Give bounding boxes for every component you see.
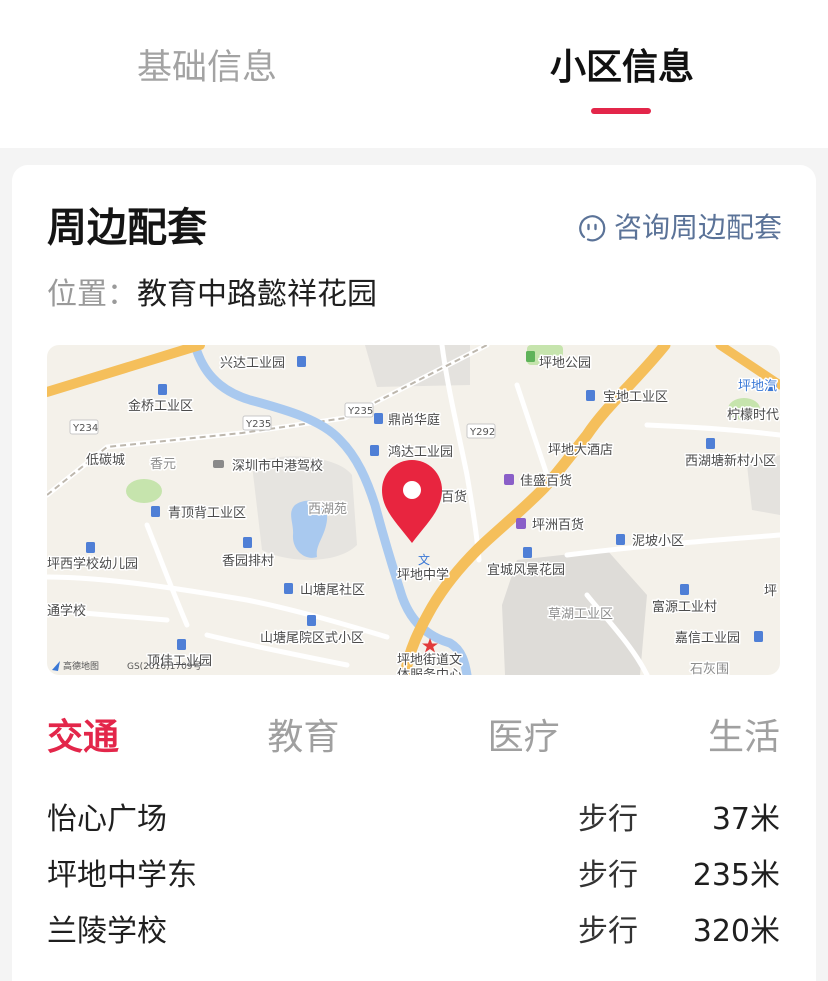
map-canvas: Y234 Y235 Y235 Y292 兴达工业园 金桥工业区 鼎尚华庭 鸿达工… (47, 345, 780, 675)
consult-surroundings-button[interactable]: 咨询周边配套 (578, 210, 783, 246)
surroundings-map[interactable]: Y234 Y235 Y235 Y292 兴达工业园 金桥工业区 鼎尚华庭 鸿达工… (47, 345, 780, 675)
map-label: 西湖苑 (308, 502, 347, 517)
map-license: GS(2016)1709号 (127, 661, 202, 672)
poi-building-icon (151, 506, 160, 517)
map-label: 西湖塘新村小区 (685, 453, 776, 469)
location-label: 位置： (47, 277, 137, 312)
poi-building-icon (297, 356, 306, 367)
poi-building-icon (370, 445, 379, 456)
map-label: 通学校 (47, 603, 86, 619)
map-label: 香园排村 (222, 554, 274, 569)
poi-building-icon (243, 537, 252, 548)
poi-school-icon (86, 542, 95, 553)
list-item: 坪地中学东 步行 235米 (47, 848, 780, 904)
map-label: 百货 (441, 489, 467, 505)
location-line: 位置：教育中路懿祥花园 (47, 277, 377, 313)
map-label: 坪地大酒店 (548, 443, 613, 458)
map-label: 富源工业村 (652, 599, 717, 615)
tab-community-info[interactable]: 小区信息 (550, 44, 694, 92)
consult-surroundings-label: 咨询周边配套 (614, 211, 783, 244)
map-provider: 高德地图 (63, 660, 99, 672)
tab-transport[interactable]: 交通 (47, 714, 119, 762)
surroundings-card: 周边配套 咨询周边配套 位置：教育中路懿祥花园 Y234 Y235 Y235 Y… (12, 165, 816, 981)
poi-car-icon (213, 460, 224, 468)
map-label: 佳盛百货 (520, 473, 572, 489)
map-label: 鸿达工业园 (388, 444, 453, 460)
poi-building-icon (680, 584, 689, 595)
active-tab-indicator (591, 108, 651, 114)
map-label: 坪西学校幼儿园 (47, 556, 138, 572)
distance: 235米 (692, 858, 780, 893)
list-item: 兰陵学校 步行 320米 (47, 904, 780, 960)
map-label: 金桥工业区 (128, 398, 193, 414)
poi-building-icon (616, 534, 625, 545)
map-label: 低碳城 (86, 453, 125, 468)
map-label: 坪 (764, 584, 777, 599)
poi-building-icon (374, 413, 383, 424)
map-label: 宜城风景花园 (487, 562, 565, 578)
section-title: 周边配套 (47, 205, 207, 251)
map-park (126, 479, 162, 503)
tab-medical[interactable]: 医疗 (488, 714, 560, 762)
map-attribution: 高德地图 GS(2016)1709号 (52, 660, 202, 672)
distance: 37米 (711, 802, 780, 837)
travel-mode: 步行 (578, 802, 638, 837)
poi-building-icon (754, 631, 763, 642)
category-tabs: 交通 教育 医疗 生活 (47, 714, 780, 762)
map-label: 鼎尚华庭 (388, 412, 440, 428)
poi-park-icon (526, 351, 535, 362)
place-name: 怡心广场 (47, 802, 167, 837)
map-label: 坪洲百货 (532, 517, 584, 533)
map-label: 宝地工业区 (603, 390, 668, 405)
road-shield-label: Y235 (245, 419, 271, 430)
nearby-transport-list: 怡心广场 步行 37米 坪地中学东 步行 235米 兰陵学校 步行 320米 (47, 792, 780, 960)
map-label: 山塘尾社区 (300, 582, 365, 598)
poi-building-icon (586, 390, 595, 401)
list-item: 怡心广场 步行 37米 (47, 792, 780, 848)
poi-building-icon (523, 547, 532, 558)
travel-mode: 步行 (578, 858, 638, 893)
poi-shopping-icon (504, 474, 514, 485)
map-label: 泥坡小区 (632, 534, 684, 549)
map-label: 柠檬时代 (727, 408, 779, 423)
tab-life[interactable]: 生活 (708, 714, 780, 762)
map-label: 坪地中学 (397, 567, 449, 583)
tab-basic-info[interactable]: 基础信息 (137, 44, 277, 92)
map-label: 坪地公园 (539, 356, 591, 371)
distance: 320米 (692, 914, 780, 949)
map-label: 体服务中心 (397, 667, 462, 675)
map-label: 深圳市中港驾校 (232, 458, 323, 474)
place-name: 坪地中学东 (47, 858, 197, 893)
road-shield-label: Y292 (469, 427, 495, 438)
poi-shopping-icon (516, 518, 526, 529)
top-tab-bar: 基础信息 小区信息 (0, 0, 828, 148)
map-label: 嘉信工业园 (675, 631, 740, 646)
map-label: 石灰围 (690, 662, 729, 675)
poi-building-icon (706, 438, 715, 449)
map-label: 青顶背工业区 (168, 506, 246, 521)
place-name: 兰陵学校 (47, 914, 167, 949)
poi-building-icon (307, 615, 316, 626)
smiley-chat-icon (579, 215, 606, 242)
road-shield-label: Y235 (347, 406, 373, 417)
poi-building-icon (177, 639, 186, 650)
map-label: 山塘尾院区式小区 (260, 630, 364, 646)
map-label: 坪地汽 (738, 379, 777, 394)
road-shield-label: Y234 (72, 423, 98, 434)
map-label: 兴达工业园 (220, 356, 285, 371)
map-label: 香元 (150, 457, 176, 472)
poi-building-icon (284, 583, 293, 594)
poi-building-icon (158, 384, 167, 395)
map-label: 坪地街道文 (397, 653, 462, 668)
tab-education[interactable]: 教育 (267, 714, 339, 762)
map-label: 草湖工业区 (548, 607, 613, 622)
location-value: 教育中路懿祥花园 (137, 277, 377, 312)
school-icon: 文 (418, 552, 430, 567)
travel-mode: 步行 (578, 914, 638, 949)
